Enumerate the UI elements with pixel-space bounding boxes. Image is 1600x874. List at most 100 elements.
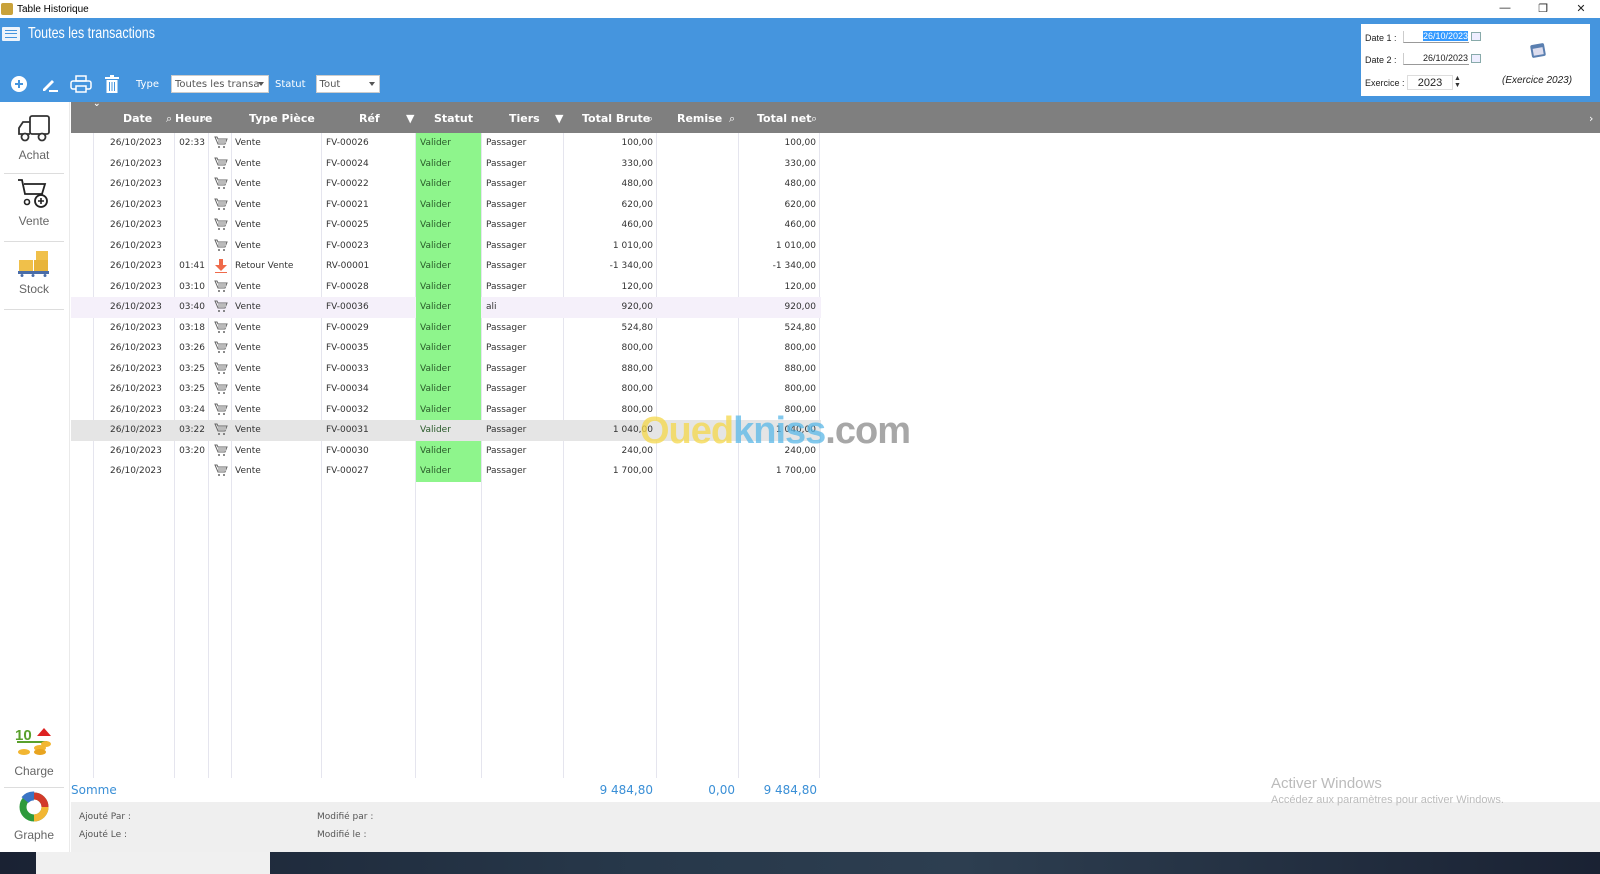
status-badge: Valider [420,138,451,148]
sidebar-label-charge: Charge [14,764,54,778]
pencil-icon [43,80,58,92]
calendar-picker-icon[interactable] [1471,54,1481,63]
cart-icon [214,362,228,378]
cell-date: 26/10/2023 [110,466,162,476]
cell-type-piece: Vente [235,179,261,189]
search-icon[interactable]: ⌕ [729,112,735,126]
table-row[interactable]: 26/10/2023 Vente FV-00023 Valider Passager 1 … [71,235,821,257]
restore-button[interactable]: ❐ [1524,0,1562,16]
table-row[interactable]: 26/10/2023 03:40 Vente FV-00036 Valider ali 92… [71,297,821,318]
column-header-heure[interactable]: Heure [175,112,212,125]
cell-heure: 03:26 [179,343,205,353]
cart-icon [214,382,228,398]
sidebar-item-achat[interactable]: Achat [0,110,68,174]
table-row[interactable]: 26/10/2023 03:25 Vente FV-00033 Valider Passa… [71,358,821,380]
cell-ref: FV-00035 [326,343,369,353]
status-badge: Valider [420,343,451,353]
sidebar-item-vente[interactable]: Vente [0,178,68,242]
column-header-tiers[interactable]: Tiers [509,112,540,125]
table-row[interactable]: 26/10/2023 Vente FV-00021 Valider Passager 62… [71,194,821,216]
sidebar-item-stock[interactable]: Stock [0,246,68,310]
delete-button[interactable] [101,74,123,94]
statut-select[interactable]: Tout [315,75,380,93]
cell-tiers: Passager [486,261,527,271]
edit-button[interactable] [39,74,61,94]
exercice-input[interactable]: 2023 [1407,75,1453,90]
close-button[interactable]: ✕ [1562,0,1600,16]
minimize-button[interactable]: — [1486,0,1524,16]
exercice-note: (Exercice 2023) [1502,75,1573,86]
collapse-chevron-icon[interactable]: ⌄ [93,99,101,109]
return-arrow-icon [214,259,228,276]
filter-icon[interactable]: ▼ [406,112,414,125]
table-row[interactable]: 26/10/2023 Vente FV-00024 Valider Passager 33… [71,153,821,175]
boxes-pallet-icon [18,251,49,277]
audit-footer: Ajouté Par : Ajouté Le : Modifié par : M… [71,802,1600,852]
cart-icon [214,403,228,419]
table-row[interactable]: 26/10/2023 03:25 Vente FV-00034 Valider Passa… [71,379,821,400]
date1-field[interactable]: 26/10/2023 [1403,31,1469,43]
column-header-ref[interactable]: Réf [359,112,380,125]
search-icon[interactable]: ⌕ [200,112,206,126]
donut-chart-icon [19,791,49,822]
calendar-icon[interactable] [1529,42,1547,59]
calendar-picker-icon[interactable] [1471,32,1481,41]
cell-type-piece: Vente [235,466,261,476]
summary-total-net: 9 484,80 [763,783,817,797]
cell-date: 26/10/2023 [110,322,162,333]
cart-icon [214,157,228,173]
sidebar-item-charge[interactable]: 10 Charge [0,726,68,788]
search-icon[interactable]: ⌕ [647,112,653,126]
table-row[interactable]: 26/10/2023 03:26 Vente FV-00035 Valider Passa… [71,338,821,359]
column-header-type-piece[interactable]: Type Pièce [249,112,315,125]
add-button[interactable] [8,74,30,94]
table-row[interactable]: 26/10/2023 Vente FV-00025 Valider Passager 46… [71,215,821,236]
cell-type-piece: Vente [235,322,261,333]
table-row[interactable]: 26/10/2023 Vente FV-00027 Valider Passager 1 … [71,461,821,482]
summary-total-brute: 9 484,80 [599,783,653,797]
ajoute-par-label: Ajouté Par : [79,812,131,822]
table-row[interactable]: 26/10/2023 03:10 Vente FV-00028 Valider Passa… [71,276,821,298]
cell-heure: 03:40 [179,302,205,312]
print-button[interactable] [70,74,92,94]
cell-ref: FV-00027 [326,466,369,476]
cell-total-brute: 920,00 [621,302,654,312]
os-taskbar [0,852,1600,874]
exercice-spinner[interactable]: ▲ ▼ [1454,75,1461,89]
date-filter-panel: Date 1 : 26/10/2023 Date 2 : 26/10/2023 … [1361,24,1590,96]
date2-field[interactable]: 26/10/2023 [1403,53,1469,65]
table-row[interactable]: 26/10/2023 01:41 Retour Vente RV-00001 Valid… [71,256,821,277]
column-header-statut[interactable]: Statut [434,112,473,125]
table-row[interactable]: 26/10/2023 02:33 Vente FV-00026 Valider Passa… [71,133,821,154]
sidebar-item-graphe[interactable]: Graphe [0,790,68,850]
search-icon[interactable]: ⌕ [811,112,817,126]
scroll-right-chevron-icon[interactable]: › [1589,112,1593,125]
table-row[interactable]: 26/10/2023 Vente FV-00022 Valider Passager 48… [71,174,821,195]
cell-ref: FV-00022 [326,179,369,189]
summary-remise: 0,00 [708,783,735,797]
table-row[interactable]: 26/10/2023 03:18 Vente FV-00029 Valider Passa… [71,317,821,339]
cell-ref: FV-00030 [326,445,369,456]
watermark-subtitle: Accédez aux paramètres pour activer Wind… [1271,794,1504,806]
cell-heure: 03:22 [179,425,205,435]
search-icon[interactable]: ⌕ [166,112,172,126]
filter-icon[interactable]: ▼ [555,112,563,125]
column-header-total-brute[interactable]: Total Brute [582,112,650,125]
cell-total-brute: 524,80 [621,322,654,333]
cell-date: 26/10/2023 [110,199,162,210]
hamburger-menu-icon[interactable] [2,27,20,41]
printer-icon [70,75,92,93]
cell-total-brute: 620,00 [621,199,654,210]
column-header-remise[interactable]: Remise [677,112,722,125]
cell-total-net: 920,00 [784,302,817,312]
cell-heure: 02:33 [179,138,205,148]
cell-ref: RV-00001 [326,261,370,271]
cell-total-brute: 100,00 [621,138,654,148]
modifie-le-label: Modifié le : [317,830,367,840]
cart-icon [214,198,228,214]
taskbar-search-box[interactable] [36,852,270,874]
column-header-total-net[interactable]: Total net [757,112,811,125]
page-title: Toutes les transactions [28,25,155,42]
column-header-date[interactable]: Date [123,112,152,125]
type-select[interactable]: Toutes les transa [170,75,269,93]
